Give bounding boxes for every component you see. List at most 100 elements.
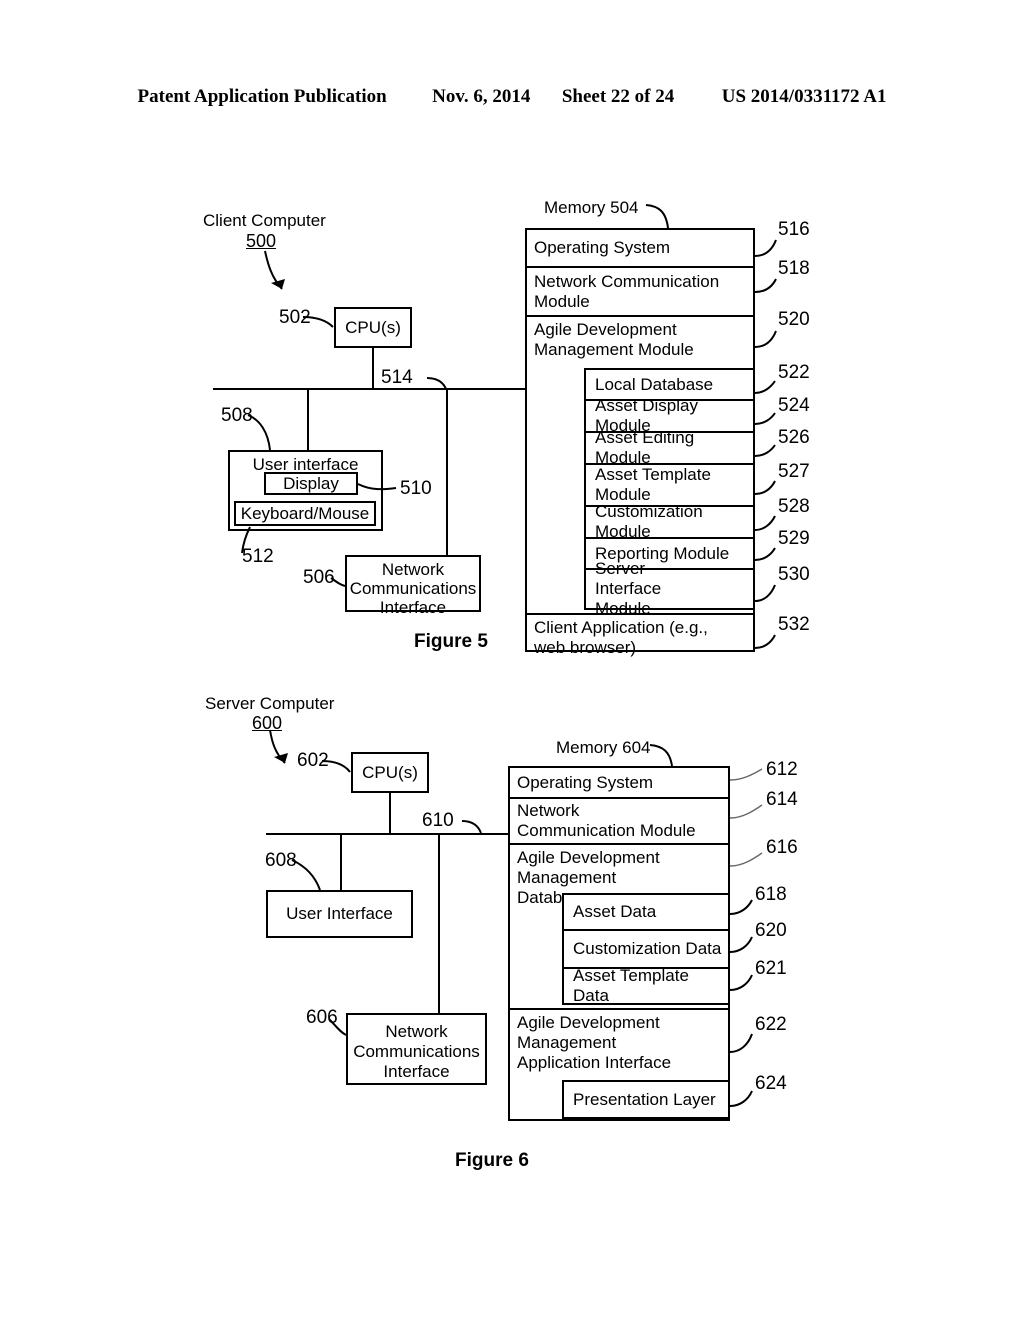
fig5-subrow-asset-editing: Asset Editing Module	[584, 428, 755, 467]
header-patent-number: US 2014/0331172 A1	[721, 86, 887, 107]
fig5-display-box: Display	[264, 472, 358, 495]
fig6-subrow-customization-data-label: Customization Data	[573, 939, 722, 959]
fig5-ref-527: 527	[778, 461, 810, 482]
leader-lines-overlay	[241, 204, 777, 1107]
fig5-display-ref: 510	[400, 478, 432, 499]
fig6-subrow-asset-template-data-label: Asset Template Data	[573, 966, 689, 1005]
fig6-subrow-customization-data: Customization Data	[562, 929, 730, 967]
fig5-ref-518: 518	[778, 258, 810, 279]
fig5-subrow-server-interface-label: Server Interface Module	[595, 559, 662, 618]
header-date: Nov. 6, 2014	[432, 86, 531, 107]
fig5-keyboard-box: Keyboard/Mouse	[234, 501, 376, 526]
fig6-leader-618	[729, 899, 753, 915]
fig5-bus-ref: 514	[381, 367, 413, 388]
fig6-cpu-label: CPU(s)	[362, 762, 418, 782]
fig6-network-interface-label: Network Communications Interface	[353, 1022, 480, 1082]
fig5-row-network-comm-module-label: Network Communication Module	[534, 271, 720, 311]
fig6-nic-bus-drop	[438, 833, 440, 1013]
fig5-ref-526: 526	[778, 427, 810, 448]
fig5-leader-522	[754, 380, 776, 394]
fig6-leader-624	[729, 1090, 753, 1107]
fig5-cpu-box: CPU(s)	[334, 307, 412, 348]
fig5-subrow-asset-template: Asset Template Module	[584, 463, 755, 505]
fig6-ref-616: 616	[766, 837, 798, 858]
page-header: Patent Application Publication Nov. 6, 2…	[0, 86, 1024, 108]
fig5-row-operating-system-label: Operating System	[534, 238, 671, 258]
fig5-title-arrowhead	[271, 279, 285, 289]
fig5-ref-528: 528	[778, 496, 810, 517]
fig6-row-agile-dev-app-interface-label: Agile Development Management Application…	[517, 1013, 672, 1072]
fig6-ref-612: 612	[766, 759, 798, 780]
fig6-subrow-presentation-layer: Presentation Layer	[562, 1080, 730, 1119]
fig5-row-network-comm-module: Network Communication Module	[527, 266, 753, 315]
fig5-subrow-server-interface: Server Interface Module	[584, 559, 755, 618]
fig5-keyboard-label: Keyboard/Mouse	[240, 503, 370, 523]
fig5-leader-526	[754, 444, 776, 457]
fig6-bus-ref: 610	[422, 810, 454, 831]
fig5-subrow-local-database: Local Database	[584, 368, 755, 399]
fig5-row-agile-dev-module: Agile Development Management Module	[527, 315, 753, 365]
fig6-leader-612	[729, 768, 763, 781]
fig5-display-label: Display	[283, 473, 339, 493]
fig6-row-network-comm-module-label: Network Communication Module	[517, 801, 696, 840]
header-sheet: Sheet 22 of 24	[561, 86, 675, 107]
fig5-leader-520	[754, 330, 777, 348]
fig5-ref-529: 529	[778, 528, 810, 549]
fig6-ref-622: 622	[755, 1014, 787, 1035]
fig5-cpu-bus-drop	[372, 348, 374, 388]
fig5-subrow-asset-display: Asset Display Module	[584, 396, 755, 435]
fig6-leader-616	[729, 852, 763, 867]
fig6-cpu-bus-drop	[389, 793, 391, 833]
fig5-row-operating-system: Operating System	[527, 230, 753, 266]
fig5-leader-529	[754, 547, 776, 561]
fig6-leader-622	[729, 1033, 753, 1053]
fig6-row-agile-dev-app-interface: Agile Development Management Application…	[510, 1008, 728, 1080]
fig5-title-leader	[264, 250, 283, 290]
fig5-leader-524	[754, 412, 776, 425]
fig6-row-operating-system-label: Operating System	[517, 772, 654, 792]
fig5-bus-line	[213, 388, 526, 390]
fig6-bus-leader	[461, 820, 482, 834]
fig6-subrow-asset-data-label: Asset Data	[573, 902, 657, 922]
fig6-network-interface-box: Network Communications Interface	[346, 1013, 487, 1085]
fig5-nic-bus-drop	[446, 388, 448, 555]
fig6-ui-bus-drop	[340, 833, 342, 890]
fig6-leader-620	[729, 936, 753, 953]
fig5-leader-518	[754, 278, 777, 293]
fig5-row-client-application-label: Client Application (e.g., web browser)	[534, 618, 708, 657]
fig5-ref-520: 520	[778, 309, 810, 330]
fig6-leader-614	[729, 804, 763, 819]
fig5-leader-530	[754, 584, 776, 602]
fig5-row-client-application: Client Application (e.g., web browser)	[527, 613, 753, 657]
fig5-row-agile-dev-module-label: Agile Development Management Module	[534, 320, 694, 359]
fig5-title-ref: 500	[246, 231, 277, 251]
fig5-network-interface-box: Network Communications Interface	[345, 555, 481, 617]
fig5-subrow-asset-editing-label: Asset Editing Module	[595, 428, 695, 467]
fig6-row-operating-system: Operating System	[510, 768, 728, 797]
fig6-subrow-presentation-layer-label: Presentation Layer	[573, 1089, 716, 1109]
fig5-leader-527	[754, 480, 776, 495]
fig5-memory-leader	[645, 204, 669, 229]
fig5-leader-516	[754, 239, 777, 257]
fig5-subrow-local-database-label: Local Database	[595, 374, 714, 394]
fig6-memory-label: Memory 604	[556, 738, 651, 757]
fig6-subrow-asset-data: Asset Data	[562, 893, 730, 929]
fig5-subrow-customization-label: Customization Module	[595, 502, 703, 541]
fig5-title: Client Computer	[203, 211, 326, 230]
fig5-ui-ref: 508	[221, 405, 253, 426]
fig6-nic-ref: 606	[306, 1007, 338, 1028]
fig5-subrow-customization: Customization Module	[584, 502, 755, 541]
fig5-network-interface-label: Network Communications Interface	[349, 560, 477, 618]
fig6-memory-leader	[649, 744, 673, 767]
fig6-title: Server Computer	[205, 694, 335, 713]
fig6-user-interface-label: User Interface	[286, 904, 393, 924]
fig5-nic-ref: 506	[303, 567, 335, 588]
fig5-subrow-asset-template-label: Asset Template Module	[595, 465, 711, 504]
fig5-ref-516: 516	[778, 219, 810, 240]
fig6-row-network-comm-module: Network Communication Module	[510, 797, 728, 843]
fig6-ref-621: 621	[755, 958, 787, 979]
fig5-ui-bus-drop	[307, 388, 309, 450]
fig5-leader-532	[754, 634, 776, 649]
fig6-ui-ref: 608	[265, 850, 297, 871]
fig6-ref-618: 618	[755, 884, 787, 905]
